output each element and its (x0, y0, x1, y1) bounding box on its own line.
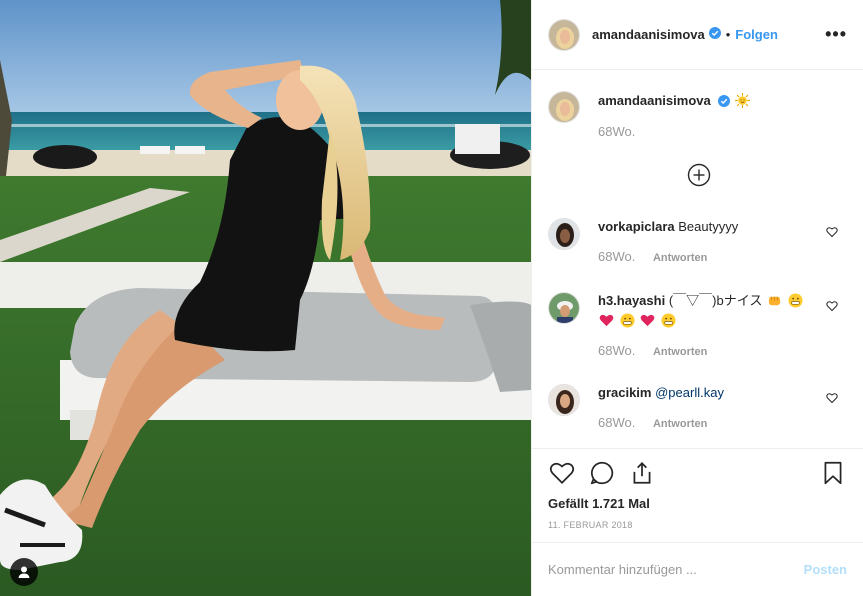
reply-button[interactable]: Antworten (653, 252, 707, 264)
post-actions-bar (532, 448, 863, 498)
tagged-users-button[interactable] (10, 558, 38, 586)
like-heart-icon[interactable] (548, 459, 576, 487)
verified-badge-icon (708, 27, 721, 42)
comment-text: (￣▽￣)bナイス (668, 293, 763, 308)
heart-emoji-icon (640, 313, 655, 328)
comment-item: vorkapiclara Beautyyyy 68Wo. Antworten (548, 218, 848, 264)
comment-like-heart-icon[interactable] (826, 300, 838, 315)
load-more-comments-button[interactable] (687, 163, 711, 187)
comment-item: gracikim @pearll.kay 68Wo. Antworten (548, 384, 848, 430)
post-date[interactable]: 11. FEBRUAR 2018 (548, 520, 633, 530)
sun-face-emoji-icon (734, 93, 750, 108)
caption-time[interactable]: 68Wo. (598, 124, 635, 139)
add-comment-bar: Posten (532, 542, 863, 596)
bookmark-icon[interactable] (819, 459, 847, 487)
comments-list[interactable]: amandaanisimova 68Wo. vorkapiclara Beaut… (532, 71, 863, 448)
fist-emoji-icon (767, 293, 782, 308)
comment-mention-link[interactable]: @pearll.kay (655, 385, 724, 400)
comment-username[interactable]: h3.hayashi (598, 293, 665, 308)
comment-item: h3.hayashi (￣▽￣)bナイス 68Wo. Antworten (548, 292, 848, 358)
post-photo[interactable] (0, 0, 531, 596)
post-details-panel: amandaanisimova • Folgen ••• amandaanisi… (531, 0, 863, 596)
comment-text: Beautyyyy (678, 219, 739, 234)
avatar[interactable] (548, 91, 580, 123)
plus-circle-icon (687, 163, 711, 187)
more-options-button[interactable]: ••• (825, 24, 847, 45)
post-comment-button[interactable]: Posten (804, 562, 847, 577)
comment-input[interactable] (548, 562, 804, 577)
separator-dot: • (725, 27, 731, 42)
comment-bubble-icon[interactable] (588, 459, 616, 487)
comment-like-heart-icon[interactable] (826, 392, 838, 407)
caption-row: amandaanisimova 68Wo. (548, 91, 751, 139)
person-icon (18, 566, 30, 578)
grimacing-face-emoji-icon (661, 313, 676, 328)
grimacing-face-emoji-icon (788, 293, 803, 308)
post-author-username[interactable]: amandaanisimova (592, 27, 705, 42)
comment-username[interactable]: gracikim (598, 385, 651, 400)
grimacing-face-emoji-icon (620, 313, 635, 328)
post-header: amandaanisimova • Folgen ••• (532, 0, 863, 70)
reply-button[interactable]: Antworten (653, 418, 707, 430)
share-icon[interactable] (628, 459, 656, 487)
post-image (0, 0, 531, 596)
reply-button[interactable]: Antworten (653, 346, 707, 358)
likes-count[interactable]: Gefällt 1.721 Mal (548, 496, 650, 511)
comment-username[interactable]: vorkapiclara (598, 219, 675, 234)
avatar[interactable] (548, 292, 580, 324)
follow-button[interactable]: Folgen (735, 27, 778, 42)
avatar[interactable] (548, 18, 580, 51)
avatar[interactable] (548, 218, 580, 250)
comment-time[interactable]: 68Wo. (598, 249, 635, 264)
heart-emoji-icon (599, 313, 614, 328)
comment-like-heart-icon[interactable] (826, 226, 838, 241)
caption-username[interactable]: amandaanisimova (598, 93, 711, 108)
avatar[interactable] (548, 384, 580, 416)
verified-badge-icon (718, 95, 731, 110)
comment-time[interactable]: 68Wo. (598, 415, 635, 430)
comment-time[interactable]: 68Wo. (598, 343, 635, 358)
